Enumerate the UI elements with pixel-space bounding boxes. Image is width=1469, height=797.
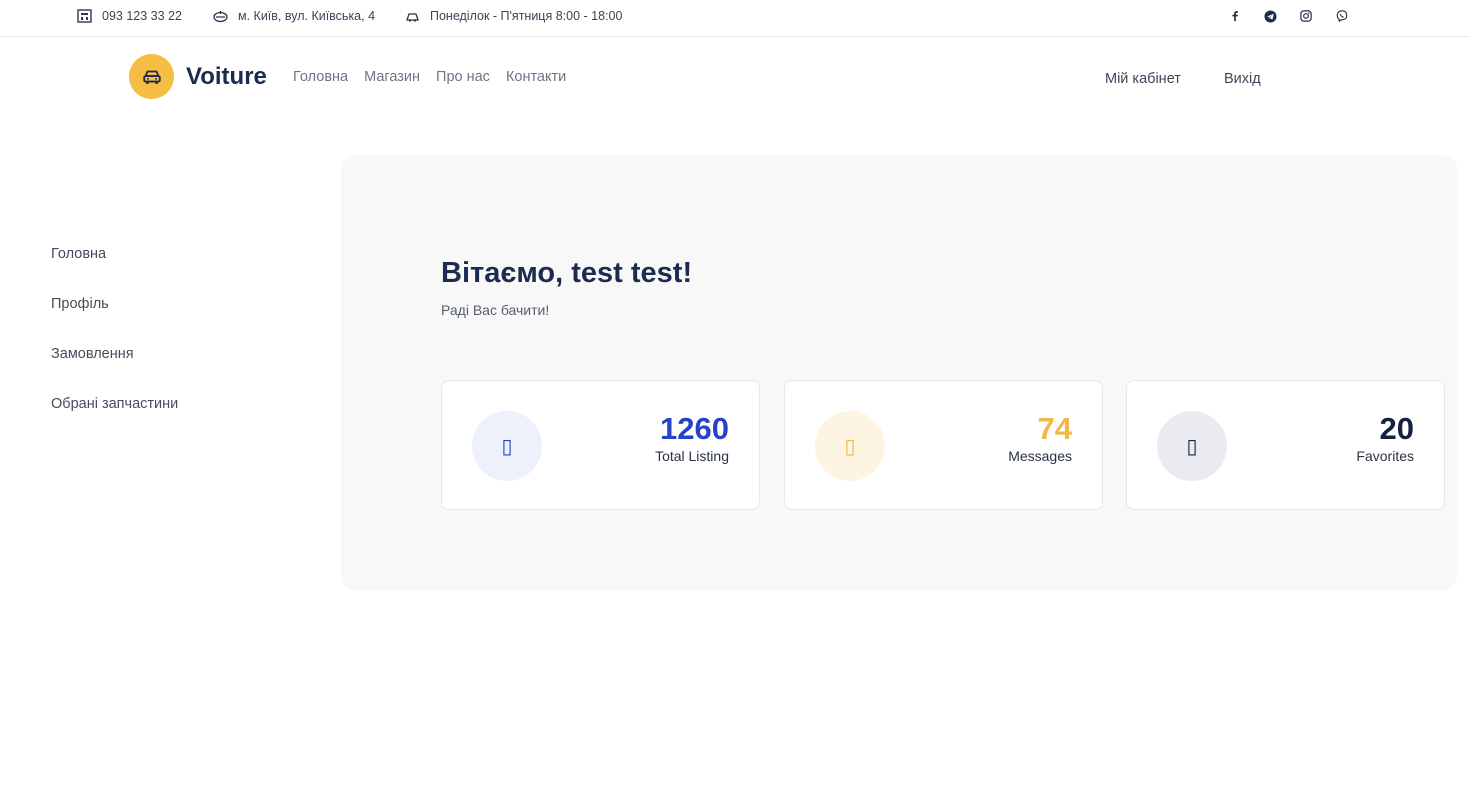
sidebar-item-home[interactable]: Головна: [51, 246, 106, 262]
sidebar-item-orders[interactable]: Замовлення: [51, 346, 134, 362]
address-text: м. Київ, вул. Київська, 4: [238, 9, 376, 23]
stat-value: 74: [1037, 411, 1072, 446]
phone-icon: [77, 9, 92, 23]
listing-icon: ▯: [472, 411, 542, 481]
address-info: м. Київ, вул. Київська, 4: [213, 9, 375, 23]
sidebar-item-profile[interactable]: Профіль: [51, 296, 109, 312]
clock-icon: [406, 13, 419, 22]
stat-label: Favorites: [1356, 448, 1414, 464]
stat-value: 20: [1379, 411, 1414, 446]
phone-number: 093 123 33 22: [102, 9, 182, 23]
top-info-bar: 093 123 33 22 м. Київ, вул. Київська, 4 …: [0, 0, 1469, 37]
heart-icon: ▯: [1157, 411, 1227, 481]
logout-link[interactable]: Вихід: [1224, 71, 1261, 87]
site-logo[interactable]: Voiture: [129, 54, 267, 99]
hours-text: Понеділок - П'ятниця 8:00 - 18:00: [430, 9, 623, 23]
hours-info: Понеділок - П'ятниця 8:00 - 18:00: [405, 9, 622, 23]
message-icon: ▯: [815, 411, 885, 481]
nav-link-home[interactable]: Головна: [293, 69, 348, 85]
main-nav: Головна Магазин Про нас Контакти: [293, 69, 566, 85]
stat-card-listings: ▯ 1260 Total Listing: [441, 380, 760, 510]
nav-link-contacts[interactable]: Контакти: [506, 69, 566, 85]
viber-icon[interactable]: [1335, 9, 1349, 23]
stat-label: Messages: [1008, 448, 1072, 464]
logo-text: Voiture: [186, 62, 267, 90]
sidebar-item-favorites[interactable]: Обрані запчастини: [51, 396, 178, 412]
nav-link-shop[interactable]: Магазин: [364, 69, 420, 85]
page-subtitle: Раді Вас бачити!: [441, 302, 550, 318]
stat-label: Total Listing: [655, 448, 729, 464]
stat-value: 1260: [660, 411, 729, 446]
page-title: Вітаємо, test test!: [441, 257, 693, 289]
my-account-link[interactable]: Мій кабінет: [1105, 71, 1181, 87]
facebook-icon[interactable]: [1228, 9, 1242, 23]
telegram-icon[interactable]: [1263, 9, 1277, 23]
stat-card-favorites: ▯ 20 Favorites: [1126, 380, 1445, 510]
dashboard-panel: Вітаємо, test test! Раді Вас бачити! ▯ 1…: [341, 155, 1457, 590]
nav-link-about[interactable]: Про нас: [436, 69, 490, 85]
location-icon: [213, 11, 228, 23]
car-icon: [129, 54, 174, 99]
phone-info[interactable]: 093 123 33 22: [77, 9, 182, 23]
instagram-icon[interactable]: [1299, 9, 1313, 23]
stat-card-messages: ▯ 74 Messages: [784, 380, 1103, 510]
